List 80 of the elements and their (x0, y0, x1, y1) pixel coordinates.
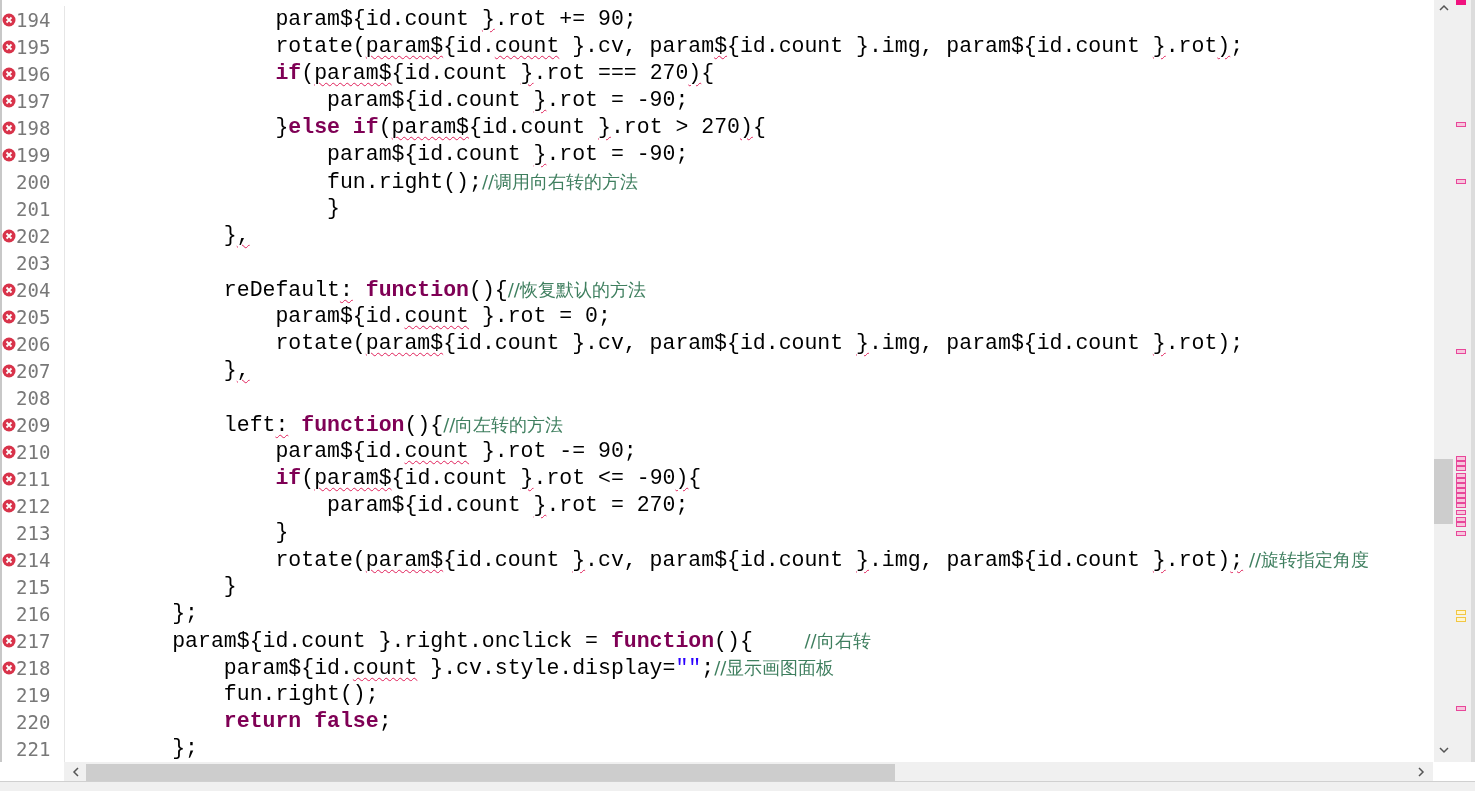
error-icon (2, 498, 16, 513)
overview-ruler[interactable] (1453, 0, 1475, 762)
code-line: param${id.count }.rot = -90; (326, 87, 689, 114)
line-number: 206 (16, 332, 51, 355)
code-line: return false; (222, 708, 392, 735)
code-line: param${id.count }.cv.style.display="";//显示画图面板 (222, 654, 835, 682)
code-line: rotate(param${id.count }.cv, param${id.count }.img, param${id.count }.rot); (274, 330, 1244, 357)
code-line: }; (171, 600, 199, 627)
code-line: param${id.count }.rot += 90; (274, 6, 637, 33)
line-number: 196 (16, 62, 51, 85)
line-number: 217 (16, 629, 51, 652)
code-line: reDefault: function(){//恢复默认的方法 (222, 276, 646, 304)
line-number: 218 (16, 656, 51, 679)
line-number: 199 (16, 143, 51, 166)
error-icon (2, 633, 16, 648)
code-line: } (222, 573, 237, 600)
line-number: 201 (16, 197, 51, 220)
error-icon (2, 336, 16, 351)
line-number: 195 (16, 35, 51, 58)
code-line: }else if(param${id.count }.rot > 270){ (274, 114, 766, 141)
code-line: param${id.count }.right.onclick = function(){ //向右转 (171, 627, 871, 655)
code-line: param${id.count }.rot = -90; (326, 141, 689, 168)
line-number: 200 (16, 170, 51, 193)
code-line: fun.right(); (222, 681, 379, 708)
code-line: }; (171, 735, 199, 762)
code-line: if(param${id.count }.rot === 270){ (274, 60, 715, 87)
line-number: 212 (16, 494, 51, 517)
code-line: rotate(param${id.count }.cv, param${id.count }.img, param${id.count }.rot); //旋转指定角度 (274, 546, 1369, 574)
line-number: 211 (16, 467, 51, 490)
error-icon (2, 660, 16, 675)
line-number: 203 (16, 251, 51, 274)
code-line: param${id.count }.rot -= 90; (274, 438, 637, 465)
error-icon (2, 66, 16, 81)
error-icon (2, 228, 16, 243)
line-number: 207 (16, 359, 51, 382)
code-line: fun.right();//调用向右转的方法 (326, 168, 638, 196)
code-line: } (274, 519, 289, 546)
scrollbar-thumb[interactable] (1434, 459, 1453, 524)
error-icon (2, 39, 16, 54)
code-line: left: function(){//向左转的方法 (222, 411, 564, 439)
line-number: 216 (16, 602, 51, 625)
error-icon (2, 417, 16, 432)
code-line: if(param${id.count }.rot <= -90){ (274, 465, 702, 492)
code-line: param${id.count }.rot = 270; (326, 492, 689, 519)
line-number: 209 (16, 413, 51, 436)
line-number: 213 (16, 521, 51, 544)
line-number: 204 (16, 278, 51, 301)
line-number: 215 (16, 575, 51, 598)
line-number: 219 (16, 683, 51, 706)
line-number: 220 (16, 710, 51, 733)
code-line: rotate(param${id.count }.cv, param${id.count }.img, param${id.count }.rot); (274, 33, 1244, 60)
scroll-down-icon[interactable] (1437, 744, 1450, 756)
error-icon (2, 363, 16, 378)
error-icon (2, 471, 16, 486)
horizontal-scrollbar[interactable] (64, 762, 1433, 782)
scroll-right-icon[interactable] (1415, 765, 1427, 778)
line-number: 197 (16, 89, 51, 112)
line-number: 210 (16, 440, 51, 463)
line-number: 194 (16, 8, 51, 31)
error-icon (2, 282, 16, 297)
vertical-scrollbar[interactable] (1434, 0, 1453, 762)
error-icon (2, 12, 16, 27)
scroll-left-icon[interactable] (70, 765, 82, 778)
error-icon (2, 309, 16, 324)
line-number: 221 (16, 737, 51, 760)
error-icon (2, 147, 16, 162)
error-icon (2, 552, 16, 567)
line-number: 205 (16, 305, 51, 328)
error-icon (2, 93, 16, 108)
code-line: }, (222, 357, 250, 384)
line-number: 198 (16, 116, 51, 139)
error-icon (2, 444, 16, 459)
code-line: }, (222, 222, 250, 249)
line-number: 202 (16, 224, 51, 247)
line-number: 214 (16, 548, 51, 571)
code-line: param${id.count }.rot = 0; (274, 303, 611, 330)
line-number: 208 (16, 386, 51, 409)
error-icon (2, 120, 16, 135)
code-line: } (326, 195, 340, 222)
scrollbar-thumb[interactable] (86, 764, 895, 781)
